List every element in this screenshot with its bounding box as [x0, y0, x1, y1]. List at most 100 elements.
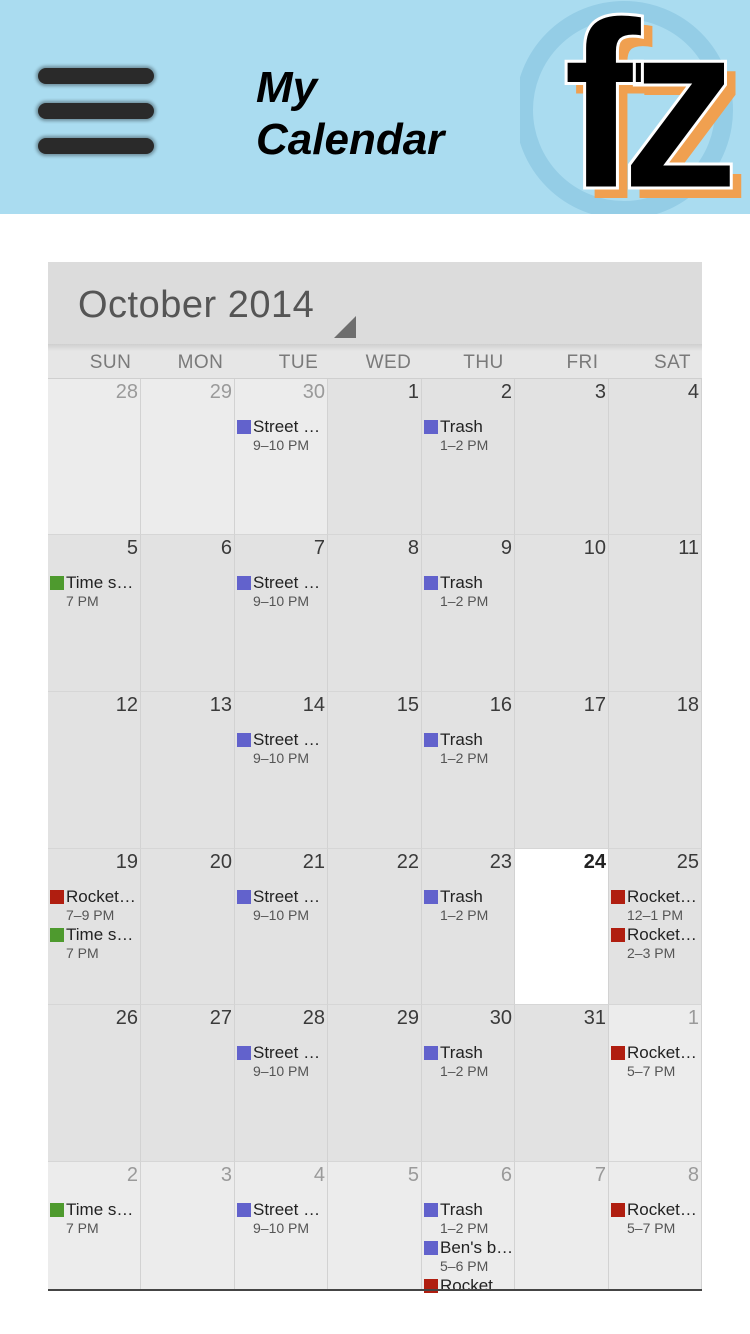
- calendar-event[interactable]: Time sheet7 PM: [49, 572, 140, 609]
- day-cell[interactable]: 29: [328, 1005, 422, 1162]
- day-cell[interactable]: 31: [515, 1005, 609, 1162]
- day-cell[interactable]: 28: [48, 379, 141, 535]
- day-cell[interactable]: 6: [141, 535, 235, 692]
- day-number: 23: [489, 851, 512, 873]
- event-title: Rockets game: [440, 1276, 514, 1295]
- calendar-event[interactable]: Rockets game12–1 PM: [610, 886, 701, 923]
- day-cell[interactable]: 26: [48, 1005, 141, 1162]
- day-cell[interactable]: 16 Trash 1–2 PM: [422, 692, 515, 849]
- event-time: 2–3 PM: [627, 945, 676, 961]
- month-title[interactable]: October 2014: [78, 284, 314, 327]
- weekday-label: SUN: [89, 352, 132, 373]
- month-dropdown-icon[interactable]: [334, 316, 356, 338]
- day-cell[interactable]: 13: [141, 692, 235, 849]
- weekday-label: FRI: [566, 352, 599, 373]
- day-cell[interactable]: 19Rockets game7–9 PMTime sheet7 PM: [48, 849, 141, 1005]
- day-cell[interactable]: 1: [328, 379, 422, 535]
- day-cell-today[interactable]: 24: [515, 849, 609, 1005]
- calendar-event[interactable]: Time sheet7 PM: [49, 1199, 140, 1236]
- day-cell[interactable]: 7 Street sweeping9–10 PM: [235, 535, 328, 692]
- calendar-event[interactable]: Time sheet7 PM: [49, 924, 140, 961]
- day-cell[interactable]: 17: [515, 692, 609, 849]
- event-color-swatch: [424, 1203, 438, 1217]
- event-time: 7 PM: [66, 945, 99, 961]
- event-title: Trash: [440, 887, 483, 906]
- day-cell[interactable]: 15: [328, 692, 422, 849]
- day-cell[interactable]: 22: [328, 849, 422, 1005]
- day-cell[interactable]: 29: [141, 379, 235, 535]
- calendar-event[interactable]: Trash 1–2 PM: [423, 572, 514, 609]
- day-cell[interactable]: 30 Trash 1–2 PM: [422, 1005, 515, 1162]
- day-cell[interactable]: 1 Rockets game5–7 PM: [609, 1005, 702, 1162]
- day-number: 10: [583, 537, 606, 559]
- calendar-event[interactable]: Trash 1–2 PM: [423, 1199, 514, 1236]
- day-cell[interactable]: 27: [141, 1005, 235, 1162]
- event-color-swatch: [424, 1241, 438, 1255]
- day-number: 11: [678, 537, 699, 559]
- calendar-event[interactable]: Trash 1–2 PM: [423, 1042, 514, 1079]
- event-title: Street sweeping: [253, 573, 327, 592]
- calendar-event[interactable]: Trash 1–2 PM: [423, 886, 514, 923]
- event-title: Time sheet: [66, 573, 140, 592]
- day-cell[interactable]: 9 Trash 1–2 PM: [422, 535, 515, 692]
- calendar-event[interactable]: Rockets game2–3 PM: [610, 924, 701, 961]
- day-cell[interactable]: 10: [515, 535, 609, 692]
- day-cell[interactable]: 21 Street sweeping9–10 PM: [235, 849, 328, 1005]
- day-cell[interactable]: 6 Trash1–2 PMBen's birthday5–6 PM Rockets …: [422, 1162, 515, 1295]
- day-number: 5: [407, 1164, 419, 1186]
- day-cell[interactable]: 23 Trash 1–2 PM: [422, 849, 515, 1005]
- day-number: 25: [676, 851, 699, 873]
- day-cell[interactable]: 4: [609, 379, 702, 535]
- day-cell[interactable]: 20: [141, 849, 235, 1005]
- calendar-event[interactable]: Rockets game7–9 PM: [49, 886, 140, 923]
- event-color-swatch: [424, 1046, 438, 1060]
- day-cell[interactable]: 8 Rockets game5–7 PM: [609, 1162, 702, 1290]
- day-cell[interactable]: 5 Time sheet7 PM: [48, 535, 141, 692]
- day-cell[interactable]: 3: [515, 379, 609, 535]
- day-cell[interactable]: 7: [515, 1162, 609, 1290]
- event-color-swatch: [50, 576, 64, 590]
- day-cell[interactable]: 11: [609, 535, 702, 692]
- day-number: 4: [687, 381, 699, 403]
- calendar-event[interactable]: Ben's birthday5–6 PM: [423, 1237, 514, 1274]
- day-cell[interactable]: 30 Street sweeping9–10 PM: [235, 379, 328, 535]
- day-number: 7: [313, 537, 325, 559]
- day-cell[interactable]: 28 Street sweeping9–10 PM: [235, 1005, 328, 1162]
- event-time: 1–2 PM: [440, 593, 489, 609]
- day-cell[interactable]: 2 Trash 1–2 PM: [422, 379, 515, 535]
- day-cell[interactable]: 18: [609, 692, 702, 849]
- calendar-event[interactable]: Trash 1–2 PM: [423, 729, 514, 766]
- day-number: 3: [594, 381, 606, 403]
- calendar-event[interactable]: Rockets game5–7 PM: [610, 1042, 701, 1079]
- day-cell[interactable]: 3: [141, 1162, 235, 1290]
- calendar-event[interactable]: Street sweeping9–10 PM: [236, 729, 327, 766]
- event-color-swatch: [424, 733, 438, 747]
- event-color-swatch: [611, 1046, 625, 1060]
- event-time: 5–7 PM: [627, 1220, 676, 1236]
- calendar-event[interactable]: Rockets game: [423, 1275, 514, 1312]
- day-number: 16: [489, 694, 512, 716]
- weekday-label: WED: [365, 352, 412, 373]
- day-cell[interactable]: 2 Time sheet7 PM: [48, 1162, 141, 1290]
- day-cell[interactable]: 12: [48, 692, 141, 849]
- calendar-event[interactable]: Street sweeping9–10 PM: [236, 572, 327, 609]
- day-cell[interactable]: 4 Street sweeping9–10 PM: [235, 1162, 328, 1290]
- calendar-event[interactable]: Street sweeping9–10 PM: [236, 416, 327, 453]
- hamburger-menu-icon[interactable]: [36, 64, 156, 160]
- event-title: Trash: [440, 417, 483, 436]
- calendar-event[interactable]: Rockets game5–7 PM: [610, 1199, 701, 1236]
- day-cell[interactable]: 5: [328, 1162, 422, 1290]
- event-title: Trash: [440, 1200, 483, 1219]
- day-cell[interactable]: 8: [328, 535, 422, 692]
- calendar-event[interactable]: Street sweeping9–10 PM: [236, 1199, 327, 1236]
- day-number: 6: [500, 1164, 512, 1186]
- day-cell[interactable]: 14 Street sweeping9–10 PM: [235, 692, 328, 849]
- month-grid: 282930Street sweeping9–10 PM12Trash1–2 P…: [48, 379, 702, 1295]
- event-title: Street sweeping: [253, 417, 327, 436]
- calendar-event[interactable]: Trash 1–2 PM: [423, 416, 514, 453]
- day-cell[interactable]: 25 Rockets game12–1 PMRockets game2–3 PM: [609, 849, 702, 1005]
- calendar-event[interactable]: Street sweeping9–10 PM: [236, 1042, 327, 1079]
- event-title: Trash: [440, 573, 483, 592]
- calendar-event[interactable]: Street sweeping9–10 PM: [236, 886, 327, 923]
- event-time: 1–2 PM: [440, 437, 489, 453]
